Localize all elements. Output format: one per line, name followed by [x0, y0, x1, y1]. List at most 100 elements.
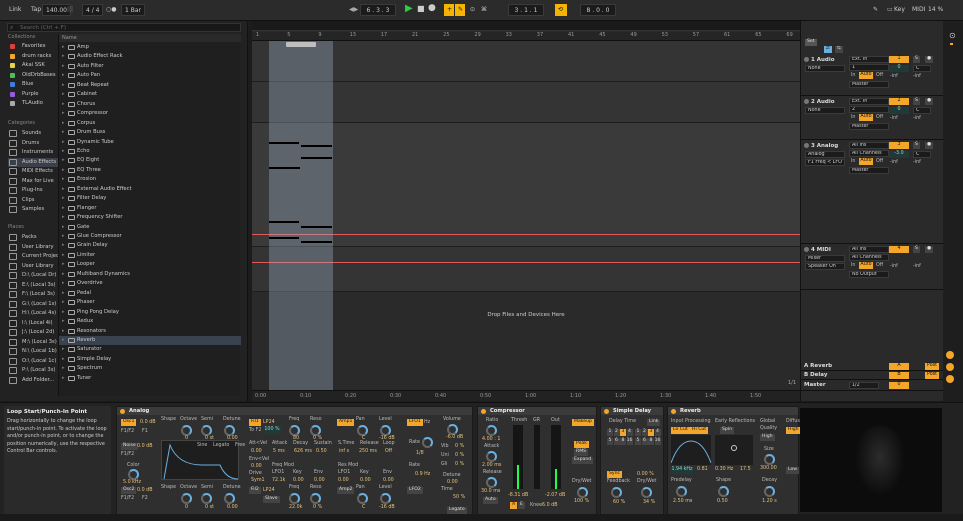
browser-list-item[interactable]: ▸ Frequency Shifter: [59, 213, 241, 222]
time-signature-field[interactable]: 4 / 4: [82, 4, 104, 16]
size-knob[interactable]: [764, 454, 775, 465]
browser-list-item[interactable]: ▸ Looper: [59, 260, 241, 269]
track-lane-3[interactable]: [252, 123, 800, 247]
solo-icon[interactable]: S: [913, 246, 920, 253]
loop-toggle-icon[interactable]: ⟲: [555, 4, 567, 16]
fold-icon[interactable]: [804, 247, 809, 252]
expand-arrow-icon[interactable]: ▸: [62, 62, 65, 71]
rms-button[interactable]: RMS: [574, 449, 589, 456]
lo-cut-button[interactable]: Lo Cut: [671, 427, 690, 434]
expand-arrow-icon[interactable]: ▸: [62, 109, 65, 118]
reverb-title[interactable]: Reverb: [668, 407, 798, 415]
midi-note[interactable]: [301, 145, 332, 147]
track-name[interactable]: 1 Audio: [804, 57, 835, 63]
mixer-track[interactable]: 4 MIDI Mixer Speaker On All Ins All Channels…: [801, 244, 944, 290]
expand-arrow-icon[interactable]: ▸: [62, 175, 65, 184]
ratio-knob[interactable]: [486, 425, 497, 436]
sustain-value[interactable]: 0.50: [316, 449, 327, 454]
browser-list-item[interactable]: ▸ Filter Delay: [59, 194, 241, 203]
input-channel-dropdown[interactable]: 2: [849, 106, 889, 113]
input-type-dropdown[interactable]: Ext. In: [849, 56, 889, 63]
browser-list-item[interactable]: ▸ Corpus: [59, 119, 241, 128]
env-mod-value[interactable]: 0.00: [314, 478, 325, 483]
osc2-f2[interactable]: F2: [142, 496, 148, 501]
master-name[interactable]: Master: [804, 382, 826, 388]
osc2-wave[interactable]: F1/F2: [121, 496, 134, 501]
search-input[interactable]: Search (Ctrl + F): [7, 23, 241, 32]
master-track[interactable]: Master 1/2 0: [801, 381, 944, 391]
delay-left-step[interactable]: 2: [613, 429, 620, 436]
low-button[interactable]: Low: [786, 467, 800, 474]
expand-arrow-icon[interactable]: ▸: [62, 185, 65, 194]
fil2-type[interactable]: LP24: [263, 488, 275, 493]
pan-field[interactable]: C: [913, 65, 931, 72]
delay-left-step[interactable]: 16: [626, 438, 633, 445]
detune-knob[interactable]: [224, 425, 235, 436]
delay-left-step[interactable]: 5: [607, 438, 613, 445]
drive-value[interactable]: Sym1: [251, 478, 265, 483]
feedback-knob[interactable]: [611, 487, 622, 498]
track-input-type[interactable]: None: [805, 65, 845, 72]
collection-item[interactable]: drum racks: [8, 52, 58, 61]
lfo-mod-value[interactable]: 72.1k: [272, 478, 285, 483]
osc1-level[interactable]: 0.0 dB: [140, 420, 156, 425]
expand-arrow-icon[interactable]: ▸: [62, 298, 65, 307]
att-vel-value[interactable]: 0.00: [251, 449, 262, 454]
browser-list-item[interactable]: ▸ Saturator: [59, 345, 241, 354]
browser-list-item[interactable]: ▸ Grain Delay: [59, 241, 241, 250]
input-filter-display[interactable]: [670, 435, 712, 465]
delay-left-step[interactable]: 6: [613, 438, 620, 445]
osc1-wave[interactable]: F1/F2: [121, 429, 134, 434]
browser-list-item[interactable]: ▸ Phaser: [59, 298, 241, 307]
pan-knob[interactable]: [357, 425, 368, 436]
info-icon[interactable]: ⊙: [949, 31, 956, 40]
loop-value[interactable]: Off: [385, 449, 392, 454]
osc2-semi-knob[interactable]: [201, 493, 212, 504]
delay-left-step[interactable]: 4: [626, 429, 633, 436]
places-item[interactable]: Add Folder...: [8, 376, 58, 385]
input-type-dropdown[interactable]: Ext. In: [849, 98, 889, 105]
monitor-in[interactable]: In: [851, 159, 855, 164]
browser-list-item[interactable]: ▸ External Audio Effect: [59, 185, 241, 194]
expand-arrow-icon[interactable]: ▸: [62, 336, 65, 345]
expand-arrow-icon[interactable]: ▸: [62, 308, 65, 317]
fil2-toggle[interactable]: Fil2: [249, 487, 261, 494]
midi-note[interactable]: [301, 157, 332, 159]
mode-a-button[interactable]: A: [510, 502, 518, 509]
semi-knob[interactable]: [201, 425, 212, 436]
monitor-in[interactable]: In: [851, 263, 855, 268]
freq2-knob[interactable]: [289, 493, 300, 504]
expand-arrow-icon[interactable]: ▸: [62, 327, 65, 336]
places-item[interactable]: User Library: [8, 243, 58, 252]
browser-list-item[interactable]: ▸ Flanger: [59, 204, 241, 213]
browser-list-item[interactable]: ▸ Erosion: [59, 175, 241, 184]
fold-icon[interactable]: [804, 57, 809, 62]
return-track[interactable]: A Reverb A Post: [801, 362, 944, 371]
expand-arrow-icon[interactable]: ▸: [62, 317, 65, 326]
uni-label[interactable]: Uni: [441, 453, 449, 458]
noise-toggle[interactable]: Noise: [121, 443, 138, 450]
release-value[interactable]: 250 ms: [359, 449, 377, 454]
width-value[interactable]: 0.81: [697, 467, 708, 472]
expand-arrow-icon[interactable]: ▸: [62, 345, 65, 354]
return-post-toggle[interactable]: Post: [925, 363, 939, 370]
attack-value[interactable]: 5 ms: [273, 449, 285, 454]
track-lane-2[interactable]: [252, 82, 800, 123]
browser-list-item[interactable]: ▸ Pedal: [59, 289, 241, 298]
draw-mode-icon[interactable]: ✎: [870, 4, 881, 16]
fold-icon[interactable]: [946, 351, 954, 359]
expand-arrow-icon[interactable]: ▸: [62, 204, 65, 213]
category-item[interactable]: Drums: [8, 139, 58, 148]
midi-note[interactable]: [269, 221, 299, 223]
automation-line[interactable]: [252, 262, 800, 263]
track-input-type[interactable]: Analog: [805, 151, 845, 158]
browser-list-item[interactable]: ▸ Reverb: [59, 335, 241, 346]
sine-option[interactable]: Sine: [197, 443, 207, 448]
compressor-title[interactable]: Compressor: [478, 407, 596, 415]
mixer-toggle-icon[interactable]: ⇄: [824, 46, 832, 53]
spin-rate-value[interactable]: 0.30 Hz: [715, 467, 733, 472]
expand-arrow-icon[interactable]: ▸: [62, 43, 65, 52]
loop-start-field[interactable]: 3 . 1 . 1: [508, 4, 544, 16]
places-item[interactable]: G:\ (Local 1s): [8, 300, 58, 309]
output-dropdown[interactable]: Master: [849, 123, 889, 130]
